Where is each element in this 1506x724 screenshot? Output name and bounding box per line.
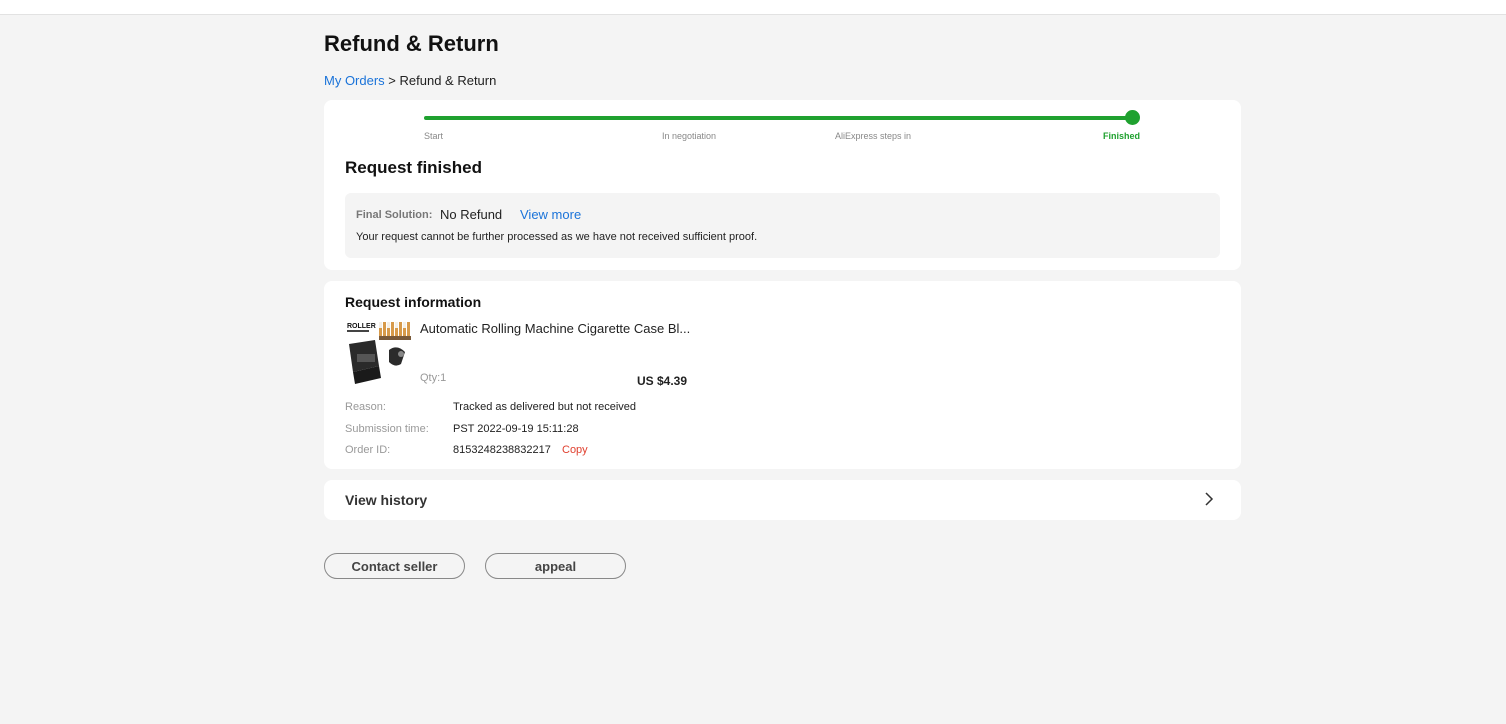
- request-information-title: Request information: [345, 294, 482, 310]
- order-id-value: 8153248238832217: [453, 444, 551, 456]
- request-status-card: Start In negotiation AliExpress steps in…: [324, 100, 1241, 270]
- submission-time-value: PST 2022-09-19 15:11:28: [453, 423, 579, 435]
- reason-value: Tracked as delivered but not received: [453, 401, 637, 413]
- product-price: US $4.39: [637, 374, 688, 388]
- page-title: Refund & Return: [324, 31, 499, 56]
- product-quantity: Qty:1: [420, 372, 447, 384]
- progress-track: [424, 116, 1133, 120]
- request-information-card: Request information ROLLER Automatic Rol…: [324, 281, 1241, 469]
- final-solution-box: Final Solution: No Refund View more Your…: [345, 193, 1220, 258]
- step-aliexpress-steps-in: AliExpress steps in: [835, 131, 912, 141]
- final-solution-value: No Refund: [440, 207, 503, 222]
- view-history-row[interactable]: View history: [324, 480, 1241, 520]
- submission-time-label: Submission time:: [345, 423, 429, 435]
- copy-order-id-button[interactable]: Copy: [562, 444, 588, 456]
- final-solution-label: Final Solution:: [356, 209, 433, 221]
- breadcrumb-current: Refund & Return: [399, 73, 497, 88]
- chevron-right-icon: [1205, 492, 1214, 506]
- status-title: Request finished: [345, 158, 482, 177]
- progress-current-dot: [1125, 110, 1140, 125]
- step-start: Start: [424, 131, 444, 141]
- breadcrumb: My Orders > Refund & Return: [324, 73, 496, 88]
- thumbnail-brand-text: ROLLER: [347, 323, 376, 330]
- breadcrumb-separator: >: [388, 73, 396, 88]
- breadcrumb-my-orders-link[interactable]: My Orders: [324, 73, 385, 88]
- step-finished: Finished: [1103, 131, 1141, 141]
- contact-seller-button[interactable]: Contact seller: [324, 553, 465, 579]
- reason-label: Reason:: [345, 401, 386, 413]
- product-thumbnail[interactable]: ROLLER: [345, 320, 415, 388]
- step-in-negotiation: In negotiation: [662, 131, 717, 141]
- product-name-link[interactable]: Automatic Rolling Machine Cigarette Case…: [420, 321, 692, 336]
- top-bar: [0, 0, 1506, 15]
- final-solution-description: Your request cannot be further processed…: [356, 231, 758, 243]
- order-id-label: Order ID:: [345, 444, 391, 456]
- appeal-button[interactable]: appeal: [485, 553, 626, 579]
- view-more-link[interactable]: View more: [520, 207, 581, 222]
- view-history-label: View history: [345, 492, 428, 508]
